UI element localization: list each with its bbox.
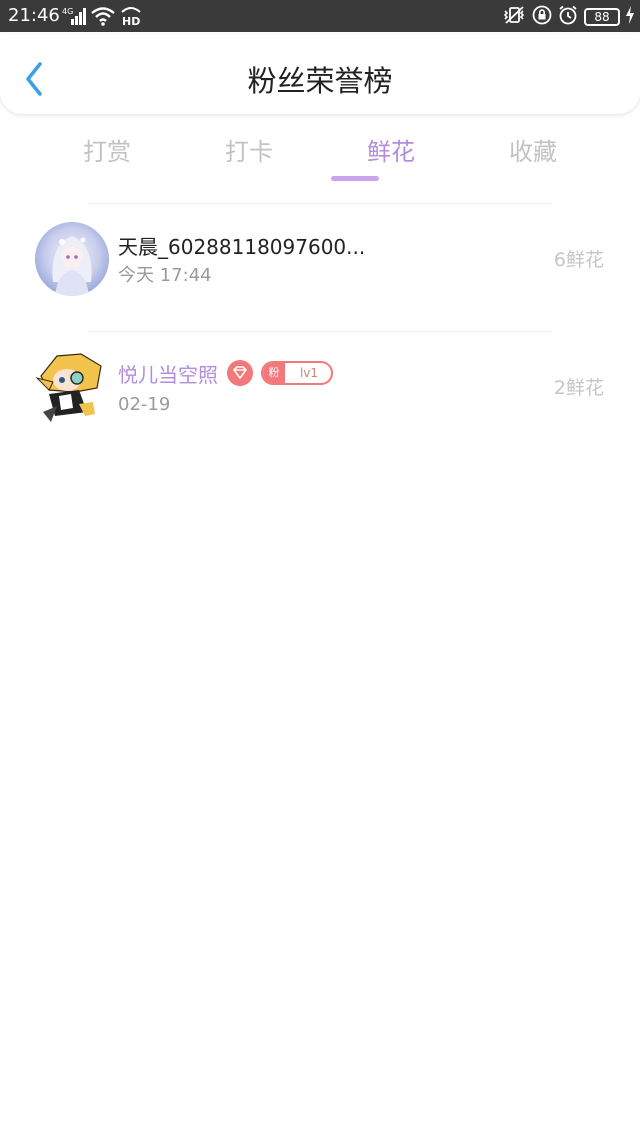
list-item[interactable]: 悦儿当空照 粉 lv1 02-19 2鲜花 (0, 340, 640, 440)
status-bar: 21:46 4G HD 88 (0, 0, 640, 32)
cellular-signal-icon: 4G (62, 6, 86, 30)
divider (88, 331, 552, 332)
rotation-lock-icon (532, 5, 552, 29)
diamond-icon (227, 360, 253, 386)
wifi-icon (90, 6, 116, 30)
tab-favorites[interactable]: 收藏 (462, 132, 604, 172)
back-arrow-icon (26, 62, 42, 96)
header-bar: 粉丝荣誉榜 (0, 34, 640, 114)
vibrate-icon (502, 5, 526, 29)
tab-checkin[interactable]: 打卡 (178, 132, 320, 172)
tab-bar: 打赏 打卡 鲜花 收藏 (36, 132, 604, 188)
fan-badge-label: 粉 (263, 363, 285, 383)
user-name: 悦儿当空照 (118, 363, 218, 387)
status-time: 21:46 (8, 5, 60, 26)
tab-reward[interactable]: 打赏 (36, 132, 178, 172)
list-item[interactable]: 天晨_60288118097600... 今天 17:44 6鲜花 (0, 210, 640, 310)
fan-level-badge: 粉 lv1 (261, 361, 333, 385)
tab-flowers[interactable]: 鲜花 (320, 132, 462, 172)
page-title: 粉丝荣誉榜 (247, 64, 393, 98)
fan-level-label: lv1 (299, 366, 319, 380)
hd-label: HD (122, 15, 140, 26)
alarm-icon (558, 5, 578, 29)
user-name: 天晨_60288118097600... (118, 235, 366, 259)
timestamp: 今天 17:44 (118, 265, 212, 286)
active-tab-indicator (331, 176, 379, 181)
network-type-label: 4G (62, 7, 73, 16)
charging-icon (626, 6, 634, 28)
timestamp: 02-19 (118, 394, 171, 415)
divider (88, 203, 552, 204)
avatar[interactable] (35, 350, 109, 424)
avatar[interactable] (35, 222, 109, 296)
battery-icon: 88 (584, 8, 620, 26)
flower-count: 2鲜花 (553, 377, 604, 399)
hd-voice-icon: HD (120, 6, 142, 30)
flower-count: 6鲜花 (553, 249, 604, 271)
back-button[interactable] (20, 58, 50, 98)
